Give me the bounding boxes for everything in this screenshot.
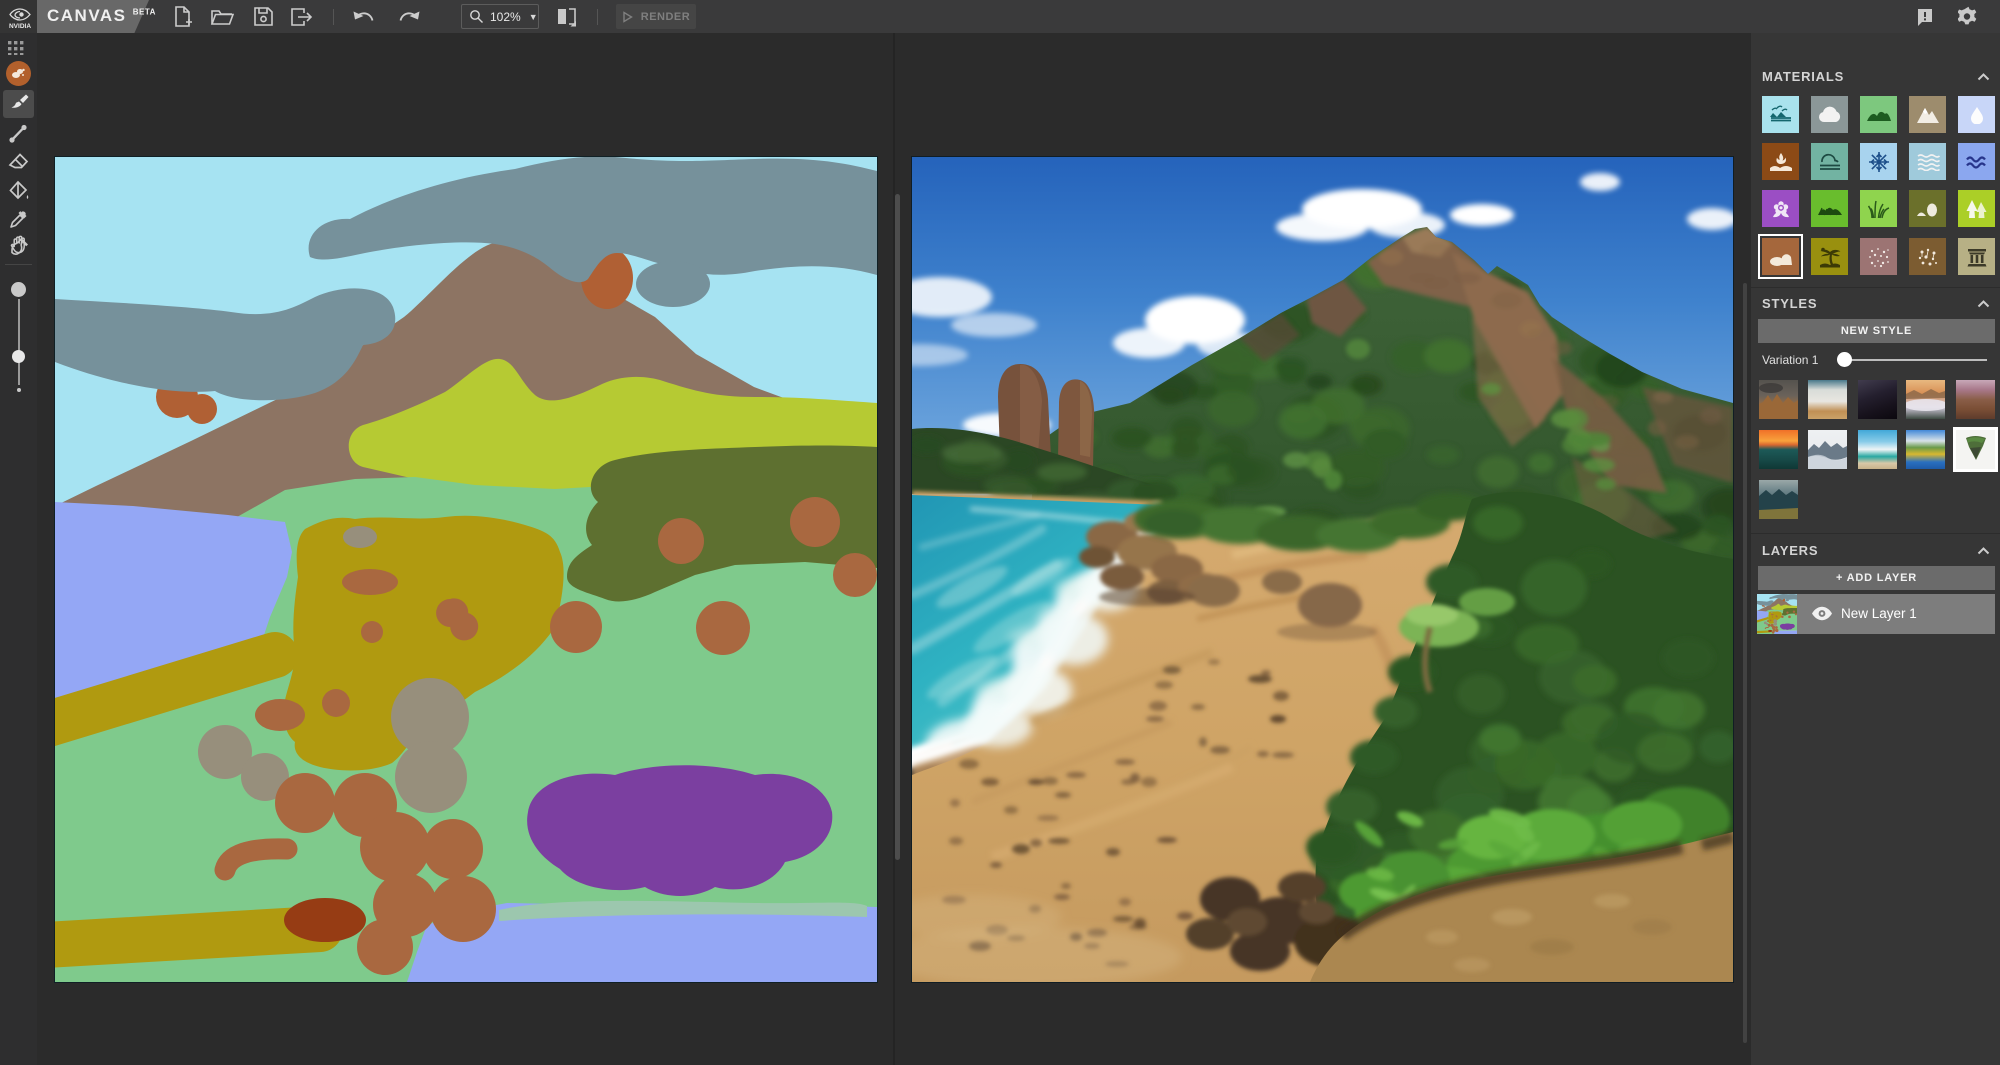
svg-text:NVIDIA: NVIDIA (9, 23, 31, 30)
